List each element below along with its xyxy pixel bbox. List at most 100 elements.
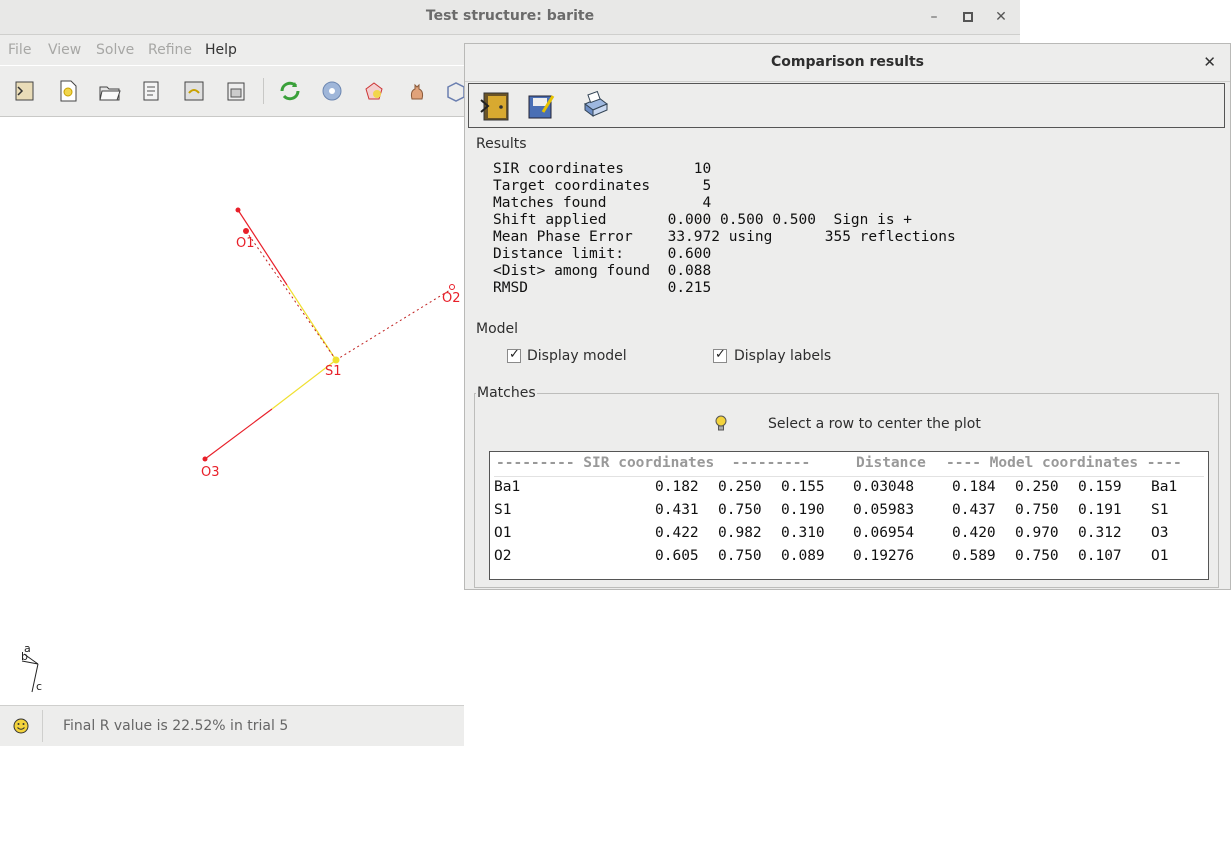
result-mean-distance: <Dist> among found 0.088: [493, 263, 712, 279]
lightbulb-icon: [715, 415, 727, 431]
dialog-titlebar: Comparison results ✕: [465, 44, 1230, 82]
cell-model-z: 0.107: [1078, 548, 1122, 564]
atom-label-o2: O2: [442, 291, 461, 306]
menu-file[interactable]: File: [8, 42, 31, 58]
export-icon[interactable]: [224, 79, 248, 103]
window-title: Test structure: barite: [425, 8, 595, 24]
close-icon[interactable]: ✕: [1203, 53, 1216, 71]
comparison-dialog: Comparison results ✕ Results SIR coordin…: [464, 43, 1231, 590]
result-mean-phase-error: Mean Phase Error 33.972 using 355 reflec…: [493, 229, 956, 245]
cell-model-atom: O3: [1151, 525, 1169, 541]
cell-distance: 0.19276: [853, 548, 915, 564]
disc-icon[interactable]: [320, 79, 344, 103]
cell-atom: Ba1: [494, 479, 521, 495]
document-icon[interactable]: [140, 79, 164, 103]
cell-model-z: 0.191: [1078, 502, 1122, 518]
cell-model-atom: S1: [1151, 502, 1169, 518]
result-sir-coordinates: SIR coordinates 10: [493, 161, 712, 177]
structure-plot: O1 O2 S1 O3 a b c: [21, 207, 461, 693]
cell-model-atom: O1: [1151, 548, 1169, 564]
display-model-checkbox[interactable]: ✓: [507, 347, 521, 363]
matches-table: --------- SIR coordinates --------- Dist…: [489, 451, 1209, 580]
result-matches-found: Matches found 4: [493, 195, 712, 211]
cell-model-x: 0.437: [952, 502, 996, 518]
main-titlebar: Test structure: barite – ✕: [0, 0, 1020, 35]
new-icon[interactable]: [56, 79, 80, 103]
dialog-toolbar: [468, 83, 1225, 128]
display-labels-checkbox[interactable]: ✓: [713, 347, 727, 363]
open-icon[interactable]: [98, 79, 122, 103]
cell-atom: O2: [494, 548, 512, 564]
display-model-label: Display model: [527, 348, 627, 364]
table-row[interactable]: O1 0.422 0.982 0.310 0.06954 0.420 0.970…: [490, 525, 1208, 547]
cell-model-x: 0.589: [952, 548, 996, 564]
cell-x: 0.605: [655, 548, 699, 564]
menu-solve[interactable]: Solve: [96, 42, 134, 58]
cell-y: 0.982: [718, 525, 762, 541]
atom-dot: [235, 207, 241, 213]
atom-label-o1: O1: [236, 236, 255, 251]
cell-model-x: 0.420: [952, 525, 996, 541]
cell-model-y: 0.250: [1015, 479, 1059, 495]
toolbar-separator: [263, 78, 264, 104]
close-icon[interactable]: ✕: [991, 7, 1011, 27]
axis-b-label: b: [21, 650, 28, 663]
axis-c-label: c: [36, 680, 42, 693]
exit-icon[interactable]: [13, 79, 37, 103]
cell-model-z: 0.159: [1078, 479, 1122, 495]
result-rmsd: RMSD 0.215: [493, 280, 712, 296]
cell-model-z: 0.312: [1078, 525, 1122, 541]
cell-z: 0.310: [781, 525, 825, 541]
bond-o1-s1-yellow: [286, 284, 337, 361]
result-shift-applied: Shift applied 0.000 0.500 0.500 Sign is …: [493, 212, 913, 228]
print-icon[interactable]: [579, 90, 611, 122]
cell-y: 0.750: [718, 502, 762, 518]
cell-z: 0.089: [781, 548, 825, 564]
match-line-o1: [245, 230, 337, 361]
maximize-icon[interactable]: [958, 7, 978, 27]
save-icon[interactable]: [182, 79, 206, 103]
match-line-o2: [335, 289, 451, 361]
exit-icon[interactable]: [479, 90, 511, 122]
cell-distance: 0.03048: [853, 479, 915, 495]
results-section-label: Results: [476, 136, 527, 152]
cell-atom: O1: [494, 525, 512, 541]
status-separator: [42, 710, 43, 742]
cell-model-x: 0.184: [952, 479, 996, 495]
result-distance-limit: Distance limit: 0.600: [493, 246, 712, 262]
cell-distance: 0.05983: [853, 502, 915, 518]
atom-label-s1: S1: [325, 364, 342, 379]
table-row[interactable]: S1 0.431 0.750 0.190 0.05983 0.437 0.750…: [490, 502, 1208, 524]
menu-view[interactable]: View: [48, 42, 81, 58]
dialog-title: Comparison results: [771, 54, 924, 70]
menu-help[interactable]: Help: [205, 42, 237, 58]
cell-z: 0.155: [781, 479, 825, 495]
cell-x: 0.422: [655, 525, 699, 541]
table-row[interactable]: Ba1 0.182 0.250 0.155 0.03048 0.184 0.25…: [490, 479, 1208, 501]
atom-dot: [332, 356, 340, 364]
cell-model-y: 0.970: [1015, 525, 1059, 541]
menu-refine[interactable]: Refine: [148, 42, 192, 58]
table-header-rule: [494, 476, 1204, 477]
minimize-icon[interactable]: –: [924, 7, 944, 27]
refresh-icon[interactable]: [278, 79, 302, 103]
smiley-icon: [13, 718, 29, 734]
table-row[interactable]: O2 0.605 0.750 0.089 0.19276 0.589 0.750…: [490, 548, 1208, 570]
cell-y: 0.250: [718, 479, 762, 495]
cell-z: 0.190: [781, 502, 825, 518]
cell-distance: 0.06954: [853, 525, 915, 541]
cell-x: 0.431: [655, 502, 699, 518]
display-labels-label: Display labels: [734, 348, 832, 364]
cell-atom: S1: [494, 502, 512, 518]
cell-y: 0.750: [718, 548, 762, 564]
atom-dot: [202, 456, 208, 462]
bond-s1-o3-red: [204, 408, 273, 460]
save-icon[interactable]: [525, 90, 557, 122]
table-header-distance: Distance: [856, 455, 926, 471]
model-icon[interactable]: [362, 79, 386, 103]
cat-icon[interactable]: [404, 79, 428, 103]
structure-canvas[interactable]: O1 O2 S1 O3 a b c: [0, 117, 464, 705]
matches-hint: Select a row to center the plot: [768, 416, 981, 432]
status-text: Final R value is 22.52% in trial 5: [63, 718, 289, 734]
table-header-sir: --------- SIR coordinates ---------: [496, 455, 811, 471]
